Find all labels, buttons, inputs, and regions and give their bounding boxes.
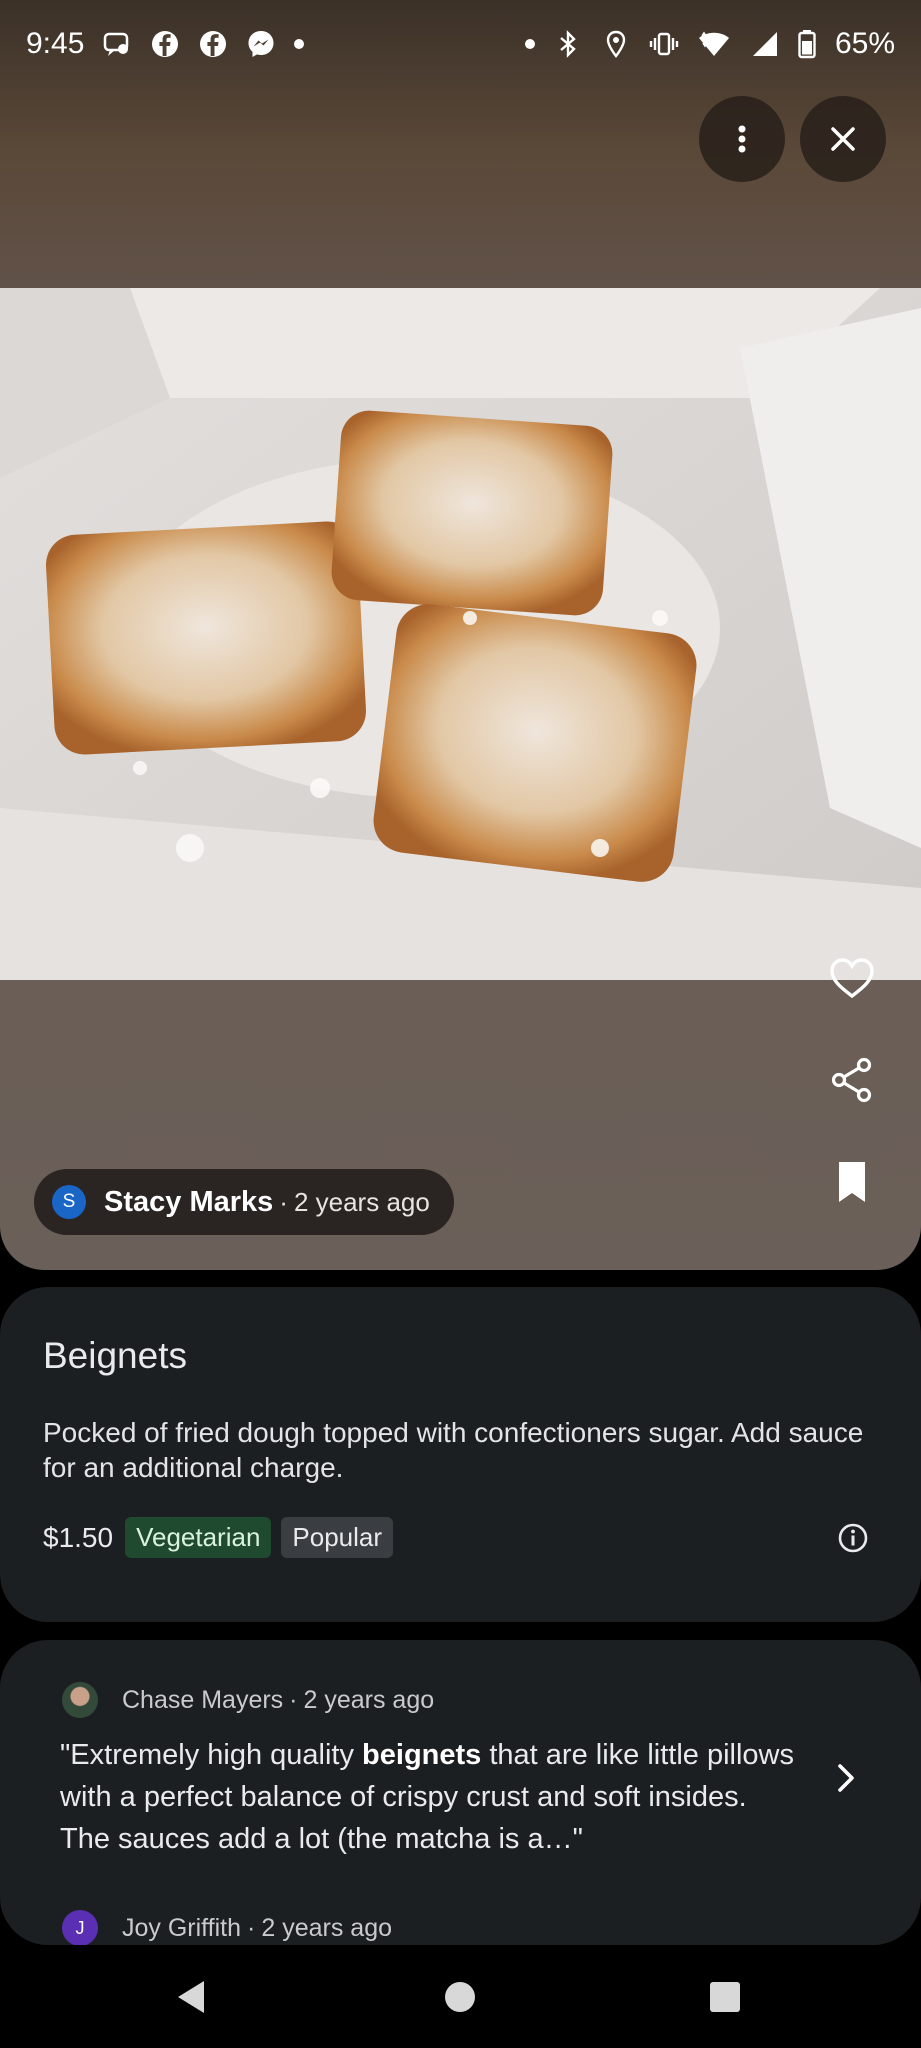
review-time-ago: 2 years ago [261,1913,392,1942]
recent-apps-icon[interactable] [703,1975,747,2019]
popular-tag: Popular [281,1517,394,1558]
photo-time-ago: 2 years ago [293,1186,430,1217]
facebook-icon [152,31,179,57]
system-nav-bar [0,1945,921,2048]
share-icon[interactable] [826,1054,878,1106]
wifi-icon [698,31,729,56]
more-vert-icon [738,125,746,153]
more-options-button[interactable] [699,96,785,182]
favorite-heart-icon[interactable] [826,952,878,1004]
messages-icon [104,32,129,56]
back-icon[interactable] [170,1975,214,2019]
home-icon[interactable] [438,1975,482,2019]
author-separator: · [279,1186,288,1217]
chevron-right-icon[interactable] [826,1758,866,1798]
reviewer-name: Joy Griffith [122,1913,242,1942]
review-highlight: beignets [362,1739,482,1771]
dish-photo [0,288,921,980]
photo-author-chip[interactable]: S Stacy Marks · 2 years ago [34,1169,454,1235]
close-button[interactable] [800,96,886,182]
battery-icon [798,30,816,59]
notification-dot-icon [524,39,535,49]
messenger-icon [248,31,274,57]
photo-viewer: 9:45 65% S Stacy Marks · 2 years ago [0,0,921,1270]
review-header: J Joy Griffith · 2 years ago [62,1910,392,1945]
price-row: $1.50 Vegetarian Popular [43,1517,878,1558]
dish-info-card: Beignets Pocked of fried dough topped wi… [0,1287,921,1622]
review-header: Chase Mayers · 2 years ago [62,1682,434,1718]
reviewer-name: Chase Mayers [122,1685,284,1714]
battery-percent: 65% [834,27,895,60]
author-name: Stacy Marks [104,1185,274,1218]
dish-description: Pocked of fried dough topped with confec… [43,1417,864,1483]
close-icon [831,127,855,151]
info-icon[interactable] [836,1521,870,1555]
reviewer-avatar: J [62,1910,98,1945]
bookmark-icon[interactable] [826,1156,878,1208]
reviewer-avatar [62,1682,98,1718]
review-separator: · [247,1913,256,1942]
review-separator: · [289,1685,298,1714]
review-time-ago: 2 years ago [303,1685,435,1714]
review-text-start: "Extremely high quality [60,1739,363,1771]
status-bar: 9:45 65% [0,0,921,88]
notification-dot-icon [294,39,305,49]
vibrate-icon [649,32,679,56]
dish-title: Beignets [43,1335,187,1376]
bluetooth-icon [560,30,576,58]
status-time: 9:45 [26,27,85,60]
review-text: "Extremely high quality beignets that ar… [60,1734,800,1860]
author-avatar: S [52,1185,86,1219]
dish-price: $1.50 [43,1521,114,1553]
reviews-card[interactable]: Chase Mayers · 2 years ago "Extremely hi… [0,1640,921,1945]
vegetarian-tag: Vegetarian [125,1517,272,1558]
signal-icon [752,32,777,56]
location-icon [606,30,626,58]
facebook-icon [200,31,227,57]
